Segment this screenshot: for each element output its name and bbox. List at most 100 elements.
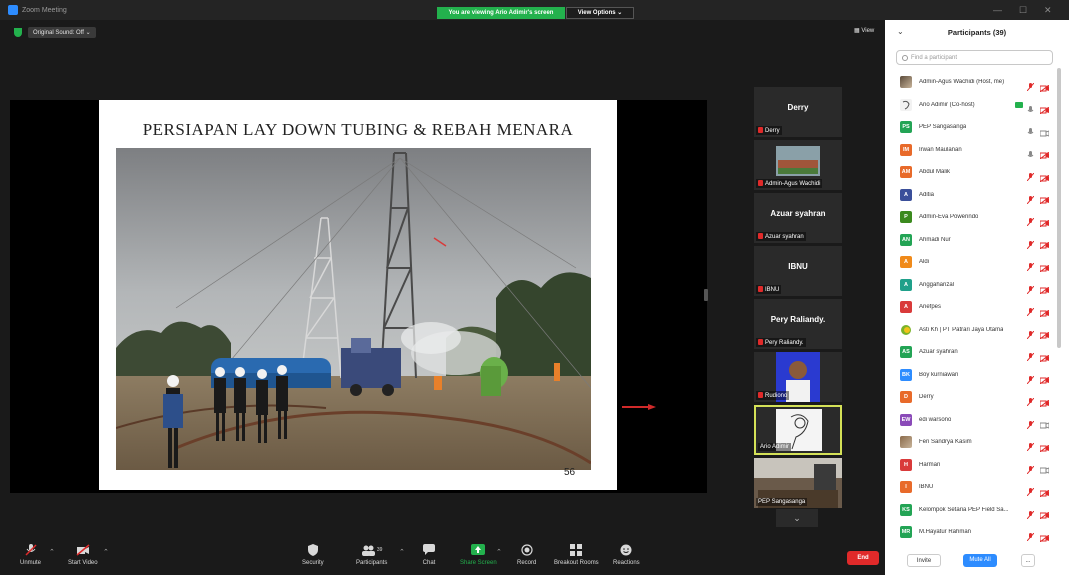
mic-muted-icon[interactable] (1026, 528, 1035, 542)
mic-muted-icon[interactable] (1026, 213, 1035, 227)
video-tile[interactable]: Derry Derry (754, 87, 842, 137)
audio-options-caret-icon[interactable]: ⌃ (49, 548, 55, 556)
participant-row[interactable]: AM Abdul Malik (885, 161, 1055, 184)
video-on-icon[interactable] (1039, 416, 1050, 429)
mic-muted-icon[interactable] (1026, 236, 1035, 250)
mic-muted-icon[interactable] (1026, 258, 1035, 272)
start-video-button[interactable]: Start Video (68, 544, 98, 566)
video-off-icon[interactable] (1039, 214, 1050, 228)
video-tile[interactable]: Pery Raliandy. Pery Raliandy. (754, 299, 842, 349)
participant-row[interactable]: D Derry (885, 386, 1055, 409)
participant-row[interactable]: P Admin-Eva Powerindo (885, 206, 1055, 229)
participant-row[interactable]: A Aldi (885, 251, 1055, 274)
chat-button[interactable]: Chat (422, 544, 436, 566)
video-tile[interactable]: PEP Sangasanga (754, 458, 842, 508)
mute-all-button[interactable]: Mute All (963, 554, 997, 567)
mic-muted-icon[interactable] (1026, 371, 1035, 385)
participant-list-scrollbar[interactable] (1057, 68, 1061, 348)
video-off-icon[interactable] (1039, 79, 1050, 93)
video-tile[interactable]: IBNU IBNU (754, 246, 842, 296)
video-off-icon[interactable] (1039, 236, 1050, 250)
participant-row[interactable]: MR M.Hayatur Rahman (885, 521, 1055, 544)
unmute-button[interactable]: Unmute (20, 544, 41, 566)
video-off-icon[interactable] (1039, 394, 1050, 408)
mic-muted-icon[interactable] (1026, 483, 1035, 497)
participant-row[interactable]: PS PEP Sangasanga (885, 116, 1055, 139)
mic-on-icon[interactable] (1027, 101, 1034, 112)
record-button[interactable]: Record (517, 544, 536, 566)
participant-search-input[interactable]: Find a participant (896, 50, 1053, 65)
video-off-icon[interactable] (1039, 169, 1050, 183)
video-off-icon[interactable] (1039, 304, 1050, 318)
mic-muted-icon[interactable] (1026, 438, 1035, 452)
video-tile[interactable]: Ario Adimir (754, 405, 842, 455)
video-off-icon[interactable] (1039, 371, 1050, 385)
mic-muted-icon[interactable] (1026, 78, 1035, 92)
participant-row[interactable]: Feri Sandrya Kasim (885, 431, 1055, 454)
video-off-icon[interactable] (1039, 529, 1050, 543)
video-tile[interactable]: Azuar syahran Azuar syahran (754, 193, 842, 243)
video-off-icon[interactable] (1039, 191, 1050, 205)
participant-row[interactable]: A Anggaharizal (885, 274, 1055, 297)
original-sound-toggle[interactable]: Original Sound: Off ⌄ (28, 26, 96, 38)
video-off-icon[interactable] (1039, 146, 1050, 160)
mic-muted-icon[interactable] (1026, 348, 1035, 362)
mic-muted-icon[interactable] (1026, 416, 1035, 430)
breakout-rooms-button[interactable]: Breakout Rooms (554, 544, 599, 566)
mic-on-icon[interactable] (1027, 123, 1034, 135)
gallery-scroll-down-button[interactable]: ⌄ (776, 509, 818, 527)
participants-button[interactable]: 39 Participants (356, 544, 387, 566)
view-options-button[interactable]: View Options ⌄ (566, 7, 634, 19)
video-tile[interactable]: Admin-Agus Wachidi (754, 140, 842, 190)
participant-row[interactable]: A Aditia (885, 184, 1055, 207)
reactions-button[interactable]: Reactions (613, 544, 640, 566)
participants-caret-icon[interactable]: ⌃ (399, 548, 405, 556)
security-button[interactable]: Security (302, 544, 324, 566)
view-button[interactable]: ▦ View (854, 27, 874, 34)
end-meeting-button[interactable]: End (847, 551, 879, 565)
mic-muted-icon[interactable] (1026, 506, 1035, 520)
participant-row[interactable]: H Harman (885, 454, 1055, 477)
mic-muted-icon[interactable] (1026, 326, 1035, 340)
video-options-caret-icon[interactable]: ⌃ (103, 548, 109, 556)
participant-row[interactable]: Admin-Agus Wachidi (Host, me) (885, 71, 1055, 94)
mic-muted-icon[interactable] (1026, 168, 1035, 182)
security-shield-icon[interactable] (14, 27, 22, 37)
video-off-icon[interactable] (1039, 484, 1050, 498)
video-off-icon[interactable] (1039, 101, 1050, 115)
share-options-caret-icon[interactable]: ⌃ (496, 548, 502, 556)
participant-row[interactable]: AS Azuar syahran (885, 341, 1055, 364)
video-off-icon[interactable] (1039, 506, 1050, 520)
participant-row[interactable]: KS Kelompok Setaria PEP Field Sa... (885, 499, 1055, 522)
participant-row[interactable]: BK Boy kurniawan (885, 364, 1055, 387)
video-off-icon[interactable] (1039, 326, 1050, 340)
video-on-icon[interactable] (1039, 461, 1050, 474)
maximize-icon[interactable]: ☐ (1019, 5, 1027, 16)
mic-muted-icon[interactable] (1026, 461, 1035, 475)
participant-row[interactable]: A Ariefpes (885, 296, 1055, 319)
video-tile[interactable]: Rudiono (754, 352, 842, 402)
video-off-icon[interactable] (1039, 281, 1050, 295)
mic-muted-icon[interactable] (1026, 281, 1035, 295)
participant-row[interactable]: Ario Adimir (Co-host) (885, 94, 1055, 117)
start-video-label: Start Video (68, 560, 98, 566)
video-off-icon[interactable] (1039, 349, 1050, 363)
video-off-icon[interactable] (1039, 439, 1050, 453)
more-options-button[interactable]: ... (1021, 554, 1035, 567)
participant-row[interactable]: AN Ahmadi Nur (885, 229, 1055, 252)
resize-handle[interactable] (704, 289, 708, 301)
invite-button[interactable]: Invite (907, 554, 941, 567)
participant-row[interactable]: I IBNU (885, 476, 1055, 499)
mic-on-icon[interactable] (1027, 146, 1034, 157)
mic-muted-icon[interactable] (1026, 303, 1035, 317)
share-screen-button[interactable]: Share Screen (460, 544, 497, 566)
video-on-icon[interactable] (1039, 124, 1050, 137)
participant-row[interactable]: Asti Kh | PT Patrari Jaya Utama (885, 319, 1055, 342)
mic-muted-icon[interactable] (1026, 191, 1035, 205)
participant-row[interactable]: EW edi warsono (885, 409, 1055, 432)
close-icon[interactable]: ✕ (1044, 5, 1052, 16)
minimize-icon[interactable]: — (993, 5, 1002, 15)
participant-row[interactable]: IM Irwan Maulanan (885, 139, 1055, 162)
video-off-icon[interactable] (1039, 259, 1050, 273)
mic-muted-icon[interactable] (1026, 393, 1035, 407)
